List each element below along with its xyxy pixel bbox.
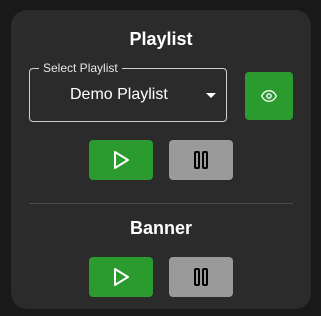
playlist-select-label: Select Playlist [39, 61, 122, 75]
banner-pause-button[interactable] [169, 257, 233, 297]
eye-icon [261, 89, 277, 103]
pause-icon [194, 151, 208, 169]
pause-icon [194, 268, 208, 286]
playlist-select[interactable]: Select Playlist Demo Playlist [29, 61, 227, 122]
play-icon [114, 268, 129, 286]
banner-section-title: Banner [129, 218, 192, 238]
playlist-play-button[interactable] [89, 140, 153, 180]
playlist-pause-button[interactable] [169, 140, 233, 180]
playlist-select-value: Demo Playlist [70, 86, 168, 103]
section-divider [29, 203, 293, 204]
caret-down-icon [206, 93, 216, 98]
preview-playlist-button[interactable] [245, 72, 293, 120]
banner-play-button[interactable] [89, 257, 153, 297]
control-panel: Playlist Select Playlist Demo Playlist B… [11, 10, 311, 309]
play-icon [114, 151, 129, 169]
playlist-section-title: Playlist [129, 29, 193, 49]
